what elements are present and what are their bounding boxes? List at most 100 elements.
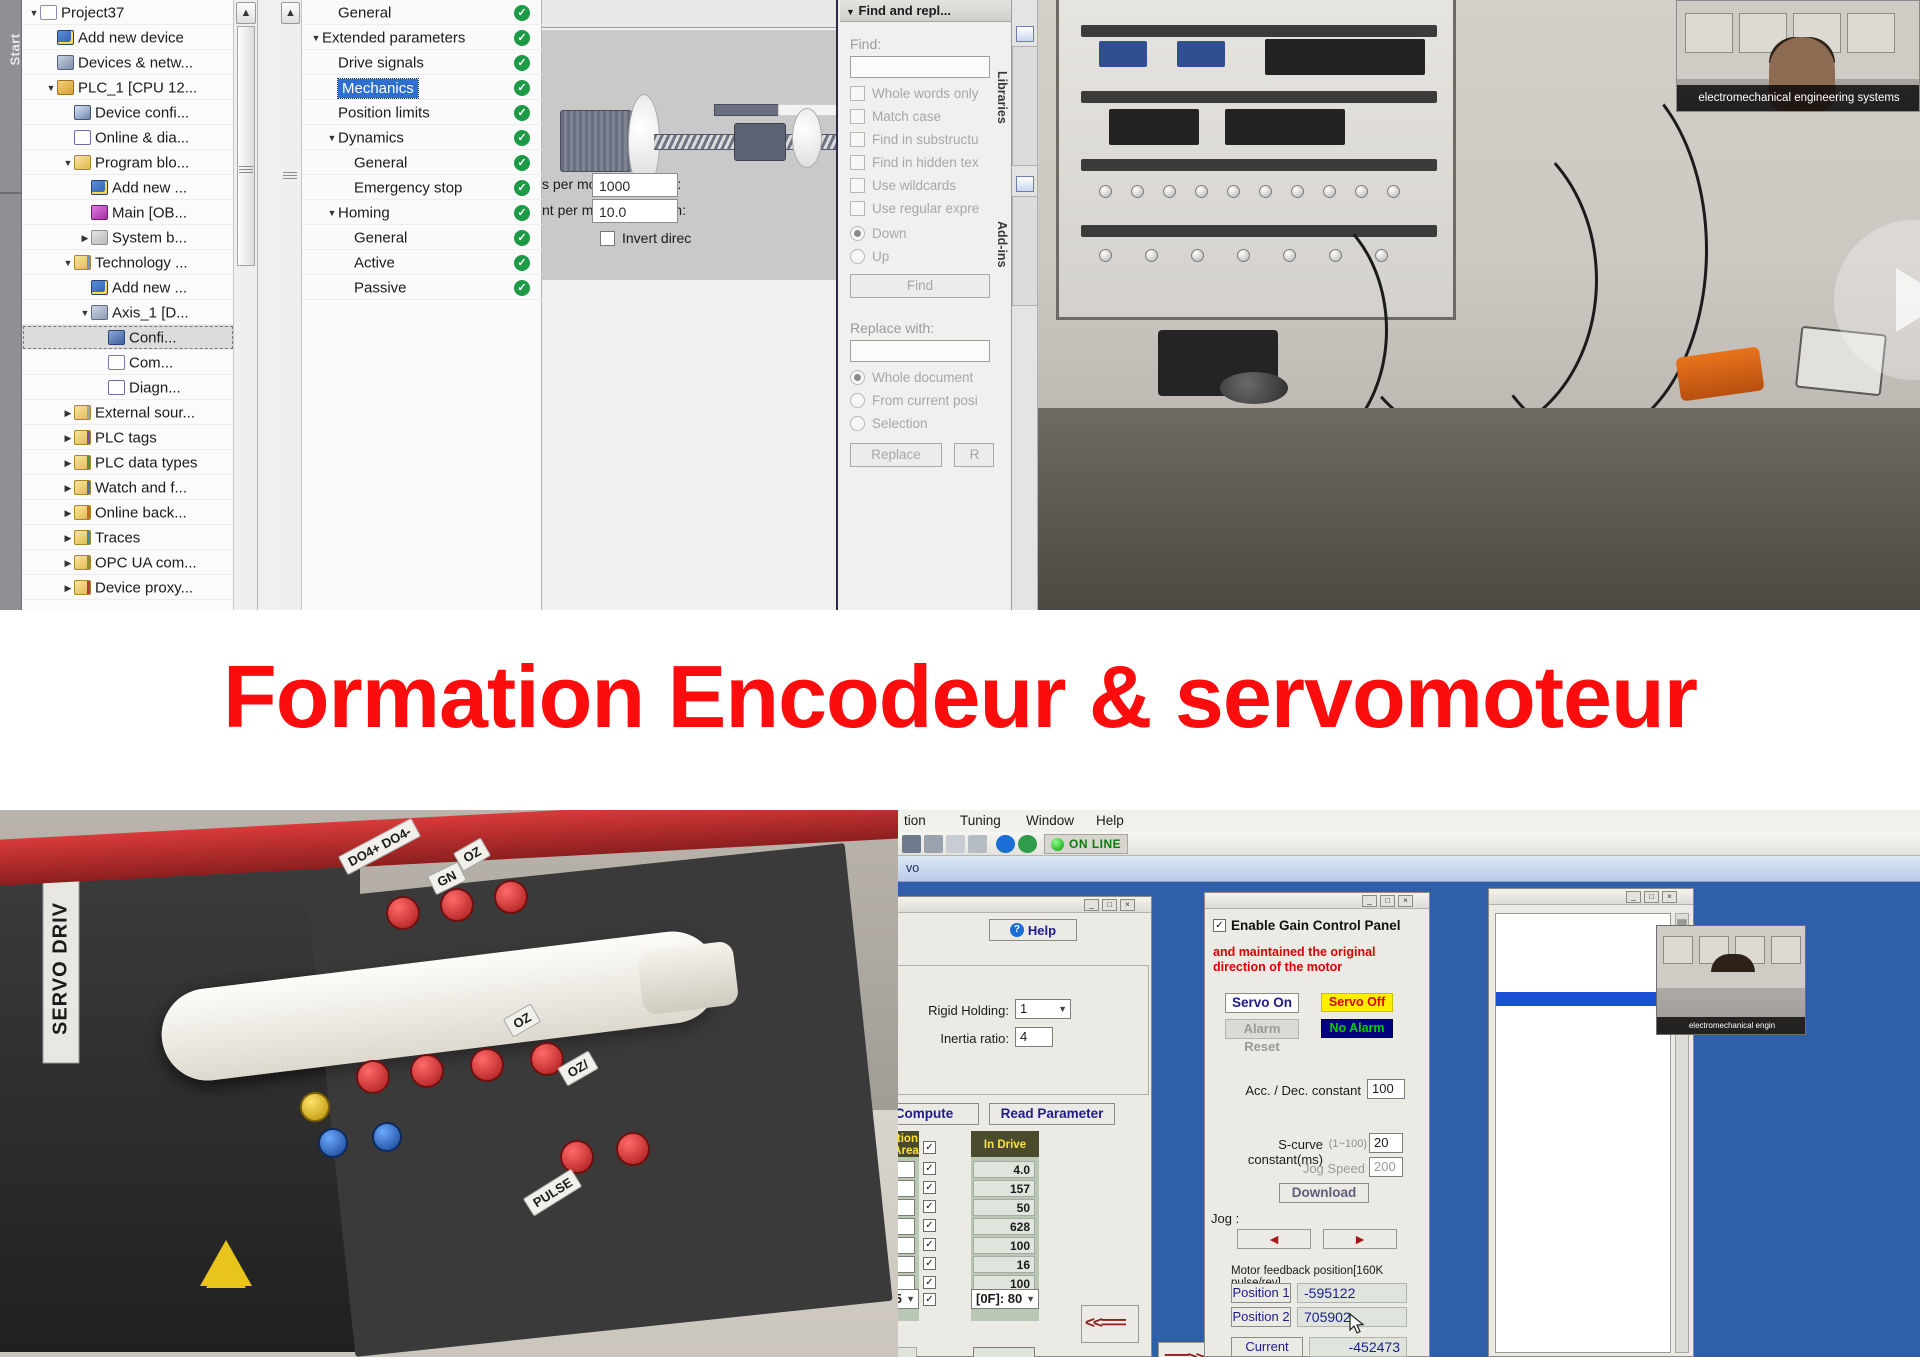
checkbox-icon[interactable] <box>850 132 865 147</box>
scrollbar-grip-icon[interactable] <box>239 166 253 175</box>
tree-item-project37[interactable]: ▼ Project37 <box>22 0 234 25</box>
addins-icon[interactable] <box>1016 176 1034 192</box>
calc-header-checkbox[interactable]: ✓ <box>923 1141 936 1154</box>
tree-toggle-icon[interactable]: ▼ <box>62 251 74 276</box>
tree-item-traces[interactable]: ▶ Traces <box>22 525 234 550</box>
param-item-dynamics[interactable]: ▼ Dynamics ✓ <box>302 125 542 150</box>
toolbar-icon-4[interactable] <box>968 835 987 853</box>
calc-select[interactable]: [00]:25 ▼ <box>898 1289 919 1309</box>
find-option-find-in-hidden-tex[interactable]: Find in hidden tex <box>850 155 1011 170</box>
invert-direction-checkbox[interactable]: Invert direc <box>600 230 691 246</box>
calc-value-checkbox-4[interactable]: ✓ <box>923 1238 936 1251</box>
tree-item-devices-netw[interactable]: Devices & netw... <box>22 50 234 75</box>
suppression-empty-input[interactable] <box>898 1347 917 1357</box>
position2-button[interactable]: Position 2 <box>1231 1307 1291 1327</box>
param-item-general[interactable]: General ✓ <box>302 150 542 175</box>
invert-direction-box-icon[interactable] <box>600 231 615 246</box>
inertia-ratio-input[interactable]: 4 <box>1015 1027 1053 1047</box>
toolbar-icon-3[interactable] <box>946 835 965 853</box>
calc-select-checkbox[interactable]: ✓ <box>923 1293 936 1306</box>
scroll-up-icon[interactable]: ▲ <box>236 2 256 24</box>
radio-icon[interactable] <box>850 393 865 408</box>
tree-item-confi[interactable]: Confi... <box>22 325 234 350</box>
scope-close-button[interactable]: × <box>1662 891 1677 903</box>
replace-scope-selection[interactable]: Selection <box>850 416 1011 431</box>
radio-icon[interactable] <box>850 249 865 264</box>
calc-value-checkbox-2[interactable]: ✓ <box>923 1200 936 1213</box>
help-question-icon[interactable] <box>996 835 1015 853</box>
param-scrollbar-grip-icon[interactable] <box>283 172 297 181</box>
calc-value-3[interactable]: 0 <box>898 1218 915 1235</box>
toolbar-icon-1[interactable] <box>902 835 921 853</box>
tree-toggle-icon[interactable]: ▶ <box>62 401 74 426</box>
param-item-mechanics[interactable]: Mechanics ✓ <box>302 75 542 100</box>
tree-item-online-back[interactable]: ▶ Online back... <box>22 500 234 525</box>
tree-toggle-icon[interactable]: ▼ <box>28 1 40 26</box>
tab-addins[interactable]: Add-ins <box>995 196 1038 306</box>
calc-value-checkbox-0[interactable]: ✓ <box>923 1162 936 1175</box>
menu-item-window[interactable]: Window <box>1026 813 1074 828</box>
calc-value-5[interactable]: 0 <box>898 1256 915 1273</box>
find-option-whole-words-only[interactable]: Whole words only <box>850 86 1011 101</box>
find-input[interactable] <box>850 56 990 78</box>
replace-all-button[interactable]: R <box>954 443 995 467</box>
jog-right-button[interactable]: ► <box>1323 1229 1397 1249</box>
find-button[interactable]: Find <box>850 274 990 298</box>
calc-value-0[interactable]: 0.0 <box>898 1161 915 1178</box>
tree-toggle-icon[interactable]: ▶ <box>62 476 74 501</box>
alarm-reset-button[interactable]: Alarm Reset <box>1225 1019 1299 1054</box>
tree-toggle-icon[interactable]: ▶ <box>62 551 74 576</box>
gain-maximize-button[interactable]: □ <box>1380 895 1395 907</box>
param-item-drive-signals[interactable]: Drive signals ✓ <box>302 50 542 75</box>
param-toggle-icon[interactable]: ▼ <box>326 201 338 226</box>
param-item-general[interactable]: General ✓ <box>302 225 542 250</box>
replace-input[interactable] <box>850 340 990 362</box>
replace-button[interactable]: Replace <box>850 443 942 467</box>
tree-item-axis-1-d[interactable]: ▼ Axis_1 [D... <box>22 300 234 325</box>
tree-item-plc-tags[interactable]: ▶ PLC tags <box>22 425 234 450</box>
radio-icon[interactable] <box>850 226 865 241</box>
param-item-active[interactable]: Active ✓ <box>302 250 542 275</box>
drive-select[interactable]: [0F]: 80 ▼ <box>971 1289 1039 1309</box>
parameter-nav-list[interactable]: General ✓ ▼ Extended parameters ✓ Drive signa… <box>302 0 542 300</box>
calc-value-4[interactable]: 0 <box>898 1237 915 1254</box>
gain-minimize-button[interactable]: _ <box>1362 895 1377 907</box>
position1-button[interactable]: Position 1 <box>1231 1283 1291 1303</box>
checkbox-icon[interactable] <box>850 178 865 193</box>
param-item-passive[interactable]: Passive ✓ <box>302 275 542 300</box>
scope-maximize-button[interactable]: □ <box>1644 891 1659 903</box>
enable-gain-checkbox[interactable]: ✓ <box>1213 919 1226 932</box>
toolbar-icon-2[interactable] <box>924 835 943 853</box>
param-toggle-icon[interactable]: ▼ <box>326 126 338 151</box>
calc-value-checkbox-1[interactable]: ✓ <box>923 1181 936 1194</box>
param-item-general[interactable]: General ✓ <box>302 0 542 25</box>
tree-item-technology[interactable]: ▼ Technology ... <box>22 250 234 275</box>
tree-toggle-icon[interactable]: ▶ <box>62 451 74 476</box>
tree-item-opc-ua-com[interactable]: ▶ OPC UA com... <box>22 550 234 575</box>
tree-toggle-icon[interactable]: ▶ <box>62 501 74 526</box>
param-item-extended-parameters[interactable]: ▼ Extended parameters ✓ <box>302 25 542 50</box>
tree-item-diagn[interactable]: Diagn... <box>22 375 234 400</box>
replace-scope-from-current-posi[interactable]: From current posi <box>850 393 1011 408</box>
tree-toggle-icon[interactable]: ▶ <box>79 226 91 251</box>
tree-item-com[interactable]: Com... <box>22 350 234 375</box>
libraries-icon[interactable] <box>1016 26 1034 42</box>
chevron-down-icon[interactable]: ▼ <box>906 1294 915 1304</box>
project-tree-list[interactable]: ▼ Project37 Add new device Devices & netw..… <box>22 0 234 610</box>
checkbox-icon[interactable] <box>850 155 865 170</box>
tree-item-system-b[interactable]: ▶ System b... <box>22 225 234 250</box>
help-globe-icon[interactable] <box>1018 835 1037 853</box>
tree-toggle-icon[interactable]: ▶ <box>62 576 74 601</box>
gain-window-titlebar[interactable]: _ □ × <box>1205 893 1429 909</box>
close-button[interactable]: × <box>1120 899 1135 911</box>
tab-libraries[interactable]: Libraries <box>995 46 1038 166</box>
minimize-button[interactable]: _ <box>1084 899 1099 911</box>
tree-item-online-dia[interactable]: Online & dia... <box>22 125 234 150</box>
tree-item-add-new[interactable]: Add new ... <box>22 275 234 300</box>
menu-item-tion[interactable]: tion <box>904 813 926 828</box>
tuning-window-titlebar[interactable]: _ □ × <box>898 897 1151 913</box>
checkbox-icon[interactable] <box>850 201 865 216</box>
read-parameter-button[interactable]: Read Parameter <box>989 1103 1115 1125</box>
checkbox-icon[interactable] <box>850 86 865 101</box>
menu-item-help[interactable]: Help <box>1096 813 1124 828</box>
